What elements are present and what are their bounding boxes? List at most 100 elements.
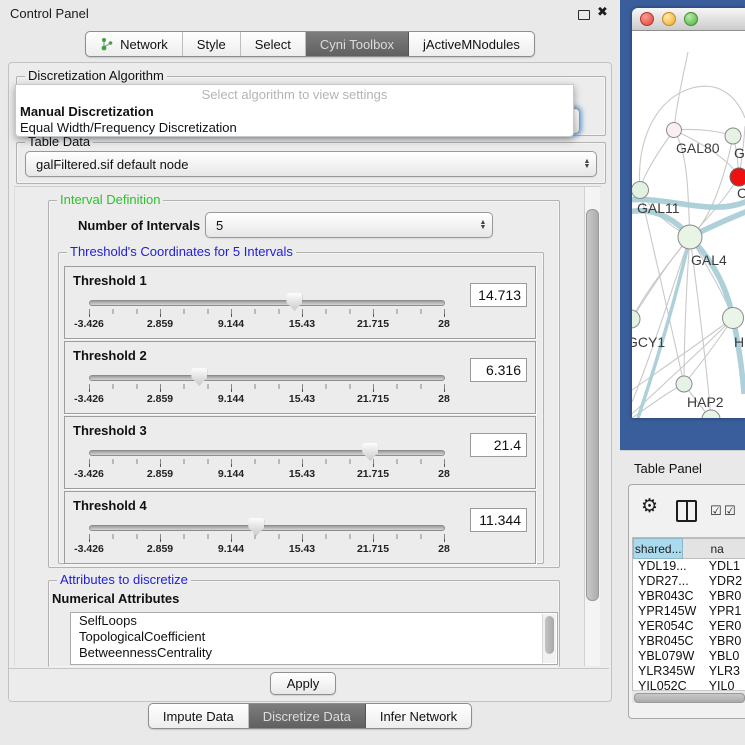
cell[interactable]: YLR3 xyxy=(707,664,745,679)
cell[interactable]: YDR27... xyxy=(633,574,707,589)
table-data-combobox[interactable]: galFiltered.sif default node ▲▼ xyxy=(25,151,597,177)
axis-tick-label: 28 xyxy=(438,468,450,480)
cell[interactable]: YBR0 xyxy=(707,589,745,604)
table-row[interactable]: YDL19...YDL1 xyxy=(633,559,745,574)
network-window-titlebar xyxy=(632,8,745,31)
close-traffic-light-icon[interactable] xyxy=(640,12,654,26)
attributes-list-scrollbar-thumb[interactable] xyxy=(545,616,554,654)
threshold-3-value-field[interactable] xyxy=(470,433,527,457)
vertical-scrollbar-thumb[interactable] xyxy=(586,209,599,601)
dropdown-option-equal-width[interactable]: Equal Width/Frequency Discretization xyxy=(16,120,573,136)
minimize-traffic-light-icon[interactable] xyxy=(662,12,676,26)
node-gcy1[interactable] xyxy=(632,310,640,328)
threshold-1-value-field[interactable] xyxy=(470,283,527,307)
tab-network[interactable]: Network xyxy=(86,32,183,56)
table-row[interactable]: YER054CYER0 xyxy=(633,619,745,634)
tab-style[interactable]: Style xyxy=(183,32,241,56)
node-gal80[interactable] xyxy=(667,123,682,138)
table-row[interactable]: YBR043CYBR0 xyxy=(633,589,745,604)
table-row[interactable]: YBL079WYBL0 xyxy=(633,649,745,664)
axis-tick-label: 15.43 xyxy=(289,543,315,555)
threshold-2-slider[interactable]: -3.4262.8599.14415.4321.71528 xyxy=(89,372,445,408)
combo-arrows-icon: ▲▼ xyxy=(474,220,492,230)
cell[interactable]: YDR2 xyxy=(707,574,745,589)
tab-jactivemnodules[interactable]: jActiveMNodules xyxy=(409,32,534,56)
axis-tick-label: 28 xyxy=(438,318,450,330)
slider-track[interactable] xyxy=(89,375,445,381)
apply-button[interactable]: Apply xyxy=(270,672,336,695)
tab-infer-network[interactable]: Infer Network xyxy=(366,704,471,728)
table-row[interactable]: YBR045CYBR0 xyxy=(633,634,745,649)
node-gal4[interactable] xyxy=(678,225,702,249)
threshold-3-slider[interactable]: -3.4262.8599.14415.4321.71528 xyxy=(89,447,445,483)
table-row[interactable]: YLR345WYLR3 xyxy=(633,664,745,679)
tab-discretize-data[interactable]: Discretize Data xyxy=(249,704,366,728)
list-item-selfloops[interactable]: SelfLoops xyxy=(71,613,557,629)
cell[interactable]: YPR145W xyxy=(633,604,707,619)
attributes-list-scrollbar[interactable] xyxy=(542,614,556,663)
node-label: H xyxy=(734,334,744,350)
slider-track[interactable] xyxy=(89,300,445,306)
top-tab-bar: Network Style Select Cyni Toolbox jActiv… xyxy=(0,31,620,57)
tab-select[interactable]: Select xyxy=(241,32,306,56)
num-intervals-combobox[interactable]: 5 ▲▼ xyxy=(205,212,493,238)
node-label: GCY1 xyxy=(632,334,665,350)
network-canvas[interactable]: GAL80 GA C GAL11 GAL4 GCY1 H HAP2 xyxy=(632,30,745,418)
table-data-group: Table Data galFiltered.sif default node … xyxy=(16,142,606,184)
float-window-icon[interactable] xyxy=(578,10,590,20)
slider-scale: -3.4262.8599.14415.4321.71528 xyxy=(89,543,446,555)
slider-track[interactable] xyxy=(89,450,445,456)
threshold-label: Threshold 3 xyxy=(73,423,147,438)
axis-tick-label: 21.715 xyxy=(357,468,389,480)
table-horizontal-scrollbar-thumb[interactable] xyxy=(634,693,745,703)
cell[interactable]: YDL1 xyxy=(707,559,745,574)
table-row[interactable]: YDR27...YDR2 xyxy=(633,574,745,589)
network-window[interactable]: GAL80 GA C GAL11 GAL4 GCY1 H HAP2 xyxy=(632,8,745,418)
tab-impute-data[interactable]: Impute Data xyxy=(149,704,249,728)
tab-label: Select xyxy=(255,37,291,52)
cell[interactable]: YPR1 xyxy=(707,604,745,619)
close-icon[interactable]: ✖ xyxy=(597,4,608,20)
cell[interactable]: YBL0 xyxy=(707,649,745,664)
threshold-2-value-field[interactable] xyxy=(470,358,527,382)
split-columns-icon[interactable] xyxy=(676,500,697,522)
node-hap2[interactable] xyxy=(676,376,692,392)
threshold-1-slider[interactable]: -3.4262.8599.14415.4321.71528 xyxy=(89,297,445,333)
cell[interactable]: YBR043C xyxy=(633,589,707,604)
gear-icon[interactable]: ⚙ xyxy=(641,497,658,516)
node-gal11[interactable] xyxy=(632,182,649,199)
tab-cyni-toolbox[interactable]: Cyni Toolbox xyxy=(306,32,409,56)
checkbox-icon[interactable]: ☑ xyxy=(710,503,722,519)
bottom-tab-bar: Impute Data Discretize Data Infer Networ… xyxy=(0,703,620,729)
checkbox-icon[interactable]: ☑ xyxy=(724,503,736,519)
axis-tick-label: 2.859 xyxy=(147,393,173,405)
node-h[interactable] xyxy=(723,308,744,329)
threshold-4-value-field[interactable] xyxy=(470,508,527,532)
list-item-topologicalcoefficient[interactable]: TopologicalCoefficient xyxy=(71,629,557,645)
cell[interactable]: YLR345W xyxy=(633,664,707,679)
cell[interactable]: YER054C xyxy=(633,619,707,634)
threshold-4-slider[interactable]: -3.4262.8599.14415.4321.71528 xyxy=(89,522,445,558)
cell[interactable]: YBR0 xyxy=(707,634,745,649)
network-nodes[interactable] xyxy=(632,123,745,419)
cell[interactable]: YDL19... xyxy=(633,559,707,574)
cell[interactable]: YER0 xyxy=(707,619,745,634)
slider-track[interactable] xyxy=(89,525,445,531)
cell[interactable]: YBL079W xyxy=(633,649,707,664)
column-header-shared[interactable]: shared... xyxy=(633,538,683,559)
network-icon xyxy=(100,37,114,51)
axis-tick-label: -3.426 xyxy=(74,543,104,555)
column-header-name[interactable]: na xyxy=(683,538,745,559)
axis-tick-label: -3.426 xyxy=(74,393,104,405)
table-horizontal-scrollbar[interactable] xyxy=(632,690,745,703)
axis-tick-label: 2.859 xyxy=(147,468,173,480)
list-item-betweennesscentrality[interactable]: BetweennessCentrality xyxy=(71,645,557,661)
node-ga[interactable] xyxy=(725,128,741,144)
dropdown-option-manual[interactable]: Manual Discretization xyxy=(16,104,573,120)
combo-arrows-icon: ▲▼ xyxy=(578,159,596,169)
slider-scale: -3.4262.8599.14415.4321.71528 xyxy=(89,393,446,405)
node-highlighted-red[interactable] xyxy=(730,168,745,186)
zoom-traffic-light-icon[interactable] xyxy=(684,12,698,26)
cell[interactable]: YBR045C xyxy=(633,634,707,649)
table-row[interactable]: YPR145WYPR1 xyxy=(633,604,745,619)
